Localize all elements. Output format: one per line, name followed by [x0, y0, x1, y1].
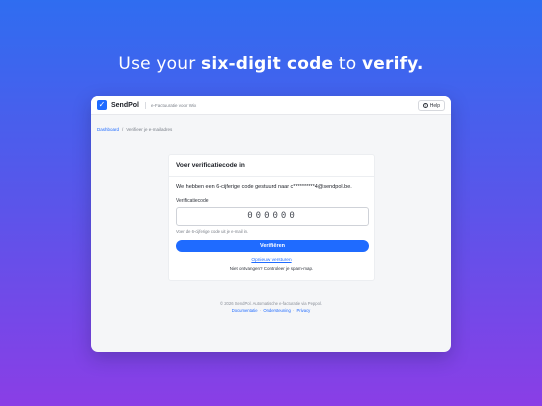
headline-prefix: Use your	[118, 54, 202, 74]
footer-copyright: © 2026 SendPol. Automatische e-facturati…	[219, 301, 323, 306]
card-title: Voer verificatiecode in	[169, 155, 374, 177]
footer-links: Documentatie · Ondersteuning · Privacy	[91, 308, 451, 313]
card-body: We hebben een 6-cijferige code gestuurd …	[169, 177, 374, 271]
footer-link-support[interactable]: Ondersteuning	[263, 308, 290, 313]
code-sent-info: We hebben een 6-cijferige code gestuurd …	[176, 184, 352, 190]
top-bar: ✓ SendPol e-Factuuratie voor Wix ? Help	[91, 96, 451, 115]
footer-link-separator: ·	[292, 308, 295, 313]
code-hint: Voer de 6-cijferige code uit je e-mail i…	[176, 229, 249, 234]
check-icon: ✓	[97, 100, 107, 110]
footer-link-privacy[interactable]: Privacy	[297, 308, 311, 313]
marketing-headline: Use your six-digit code to verify.	[0, 54, 542, 74]
verification-card: Voer verificatiecode in We hebben een 6-…	[168, 154, 375, 281]
verification-code-input[interactable]: 000000	[176, 207, 369, 226]
verify-button[interactable]: Verifiëren	[176, 240, 369, 252]
help-label: Help	[429, 102, 440, 109]
footer-link-documentation[interactable]: Documentatie	[232, 308, 258, 313]
help-button[interactable]: ? Help	[417, 100, 445, 111]
headline-middle: to	[333, 54, 362, 74]
footer-link-separator: ·	[259, 308, 262, 313]
footer: © 2026 SendPol. Automatische e-facturati…	[91, 301, 451, 313]
headline-emphasis-verify: verify.	[361, 54, 424, 74]
breadcrumb-current: Verifieer je e-mailadres	[126, 127, 173, 132]
breadcrumb-separator: /	[122, 127, 124, 132]
headline-emphasis-code: six-digit code	[201, 54, 334, 74]
help-circle-icon: ?	[422, 103, 428, 108]
app-window: ✓ SendPol e-Factuuratie voor Wix ? Help …	[91, 96, 451, 352]
breadcrumb: Dashboard / Verifieer je e-mailadres	[97, 127, 172, 132]
brand-tagline: e-Factuuratie voor Wix	[145, 101, 196, 109]
code-field-label: Verificatiecode	[176, 198, 209, 204]
no-code-help-text: Niet ontvangen? Controleer je spam-map.	[229, 266, 314, 271]
breadcrumb-dashboard-link[interactable]: Dashboard	[97, 127, 119, 132]
brand-name: SendPol	[111, 101, 140, 109]
resend-link[interactable]: Opnieuw versturen	[176, 258, 367, 263]
